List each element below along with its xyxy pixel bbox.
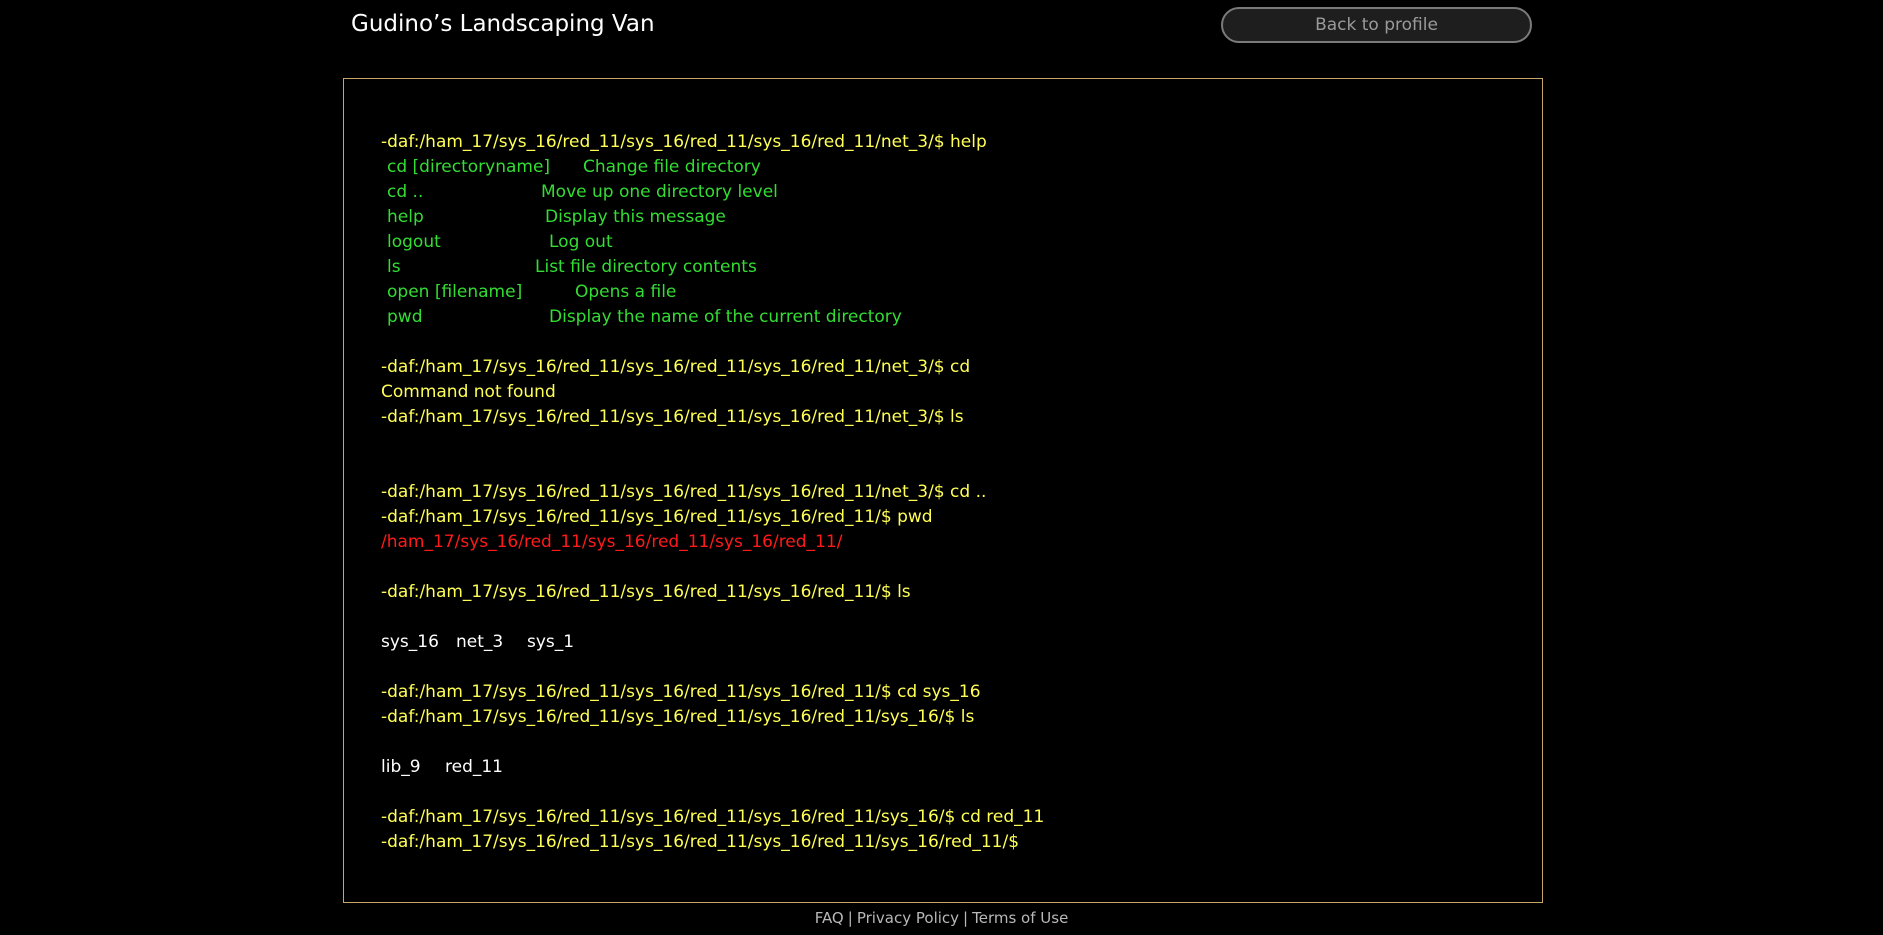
pwd-output-line: /ham_17/sys_16/red_11/sys_16/red_11/sys_… [381, 532, 843, 552]
help-description: Opens a file [575, 282, 677, 302]
terms-of-use-link[interactable]: Terms of Use [972, 909, 1068, 927]
help-description: Move up one directory level [541, 182, 778, 202]
terminal-prompt-line: -daf:/ham_17/sys_16/red_11/sys_16/red_11… [381, 407, 964, 427]
help-row: pwd Display the name of the current dire… [381, 305, 1044, 330]
directory-entry: sys_1 [527, 632, 575, 652]
terminal-error-line: Command not found [381, 382, 556, 402]
terminal-prompt-line: -daf:/ham_17/sys_16/red_11/sys_16/red_11… [381, 707, 975, 727]
help-row: cd [directoryname] Change file directory [381, 155, 1044, 180]
terminal-output: -daf:/ham_17/sys_16/red_11/sys_16/red_11… [381, 130, 1044, 855]
footer-separator: | [963, 909, 969, 927]
directory-entry: net_3 [456, 632, 504, 652]
page: Gudino’s Landscaping Van Back to profile… [0, 0, 1883, 935]
help-description: Change file directory [583, 157, 761, 177]
help-command: logout [387, 232, 441, 252]
help-command: help [387, 207, 424, 227]
help-description: List file directory contents [535, 257, 757, 277]
help-row: cd .. Move up one directory level [381, 180, 1044, 205]
privacy-policy-link[interactable]: Privacy Policy [857, 909, 959, 927]
directory-entry: red_11 [445, 757, 503, 777]
help-row: ls List file directory contents [381, 255, 1044, 280]
terminal-active-prompt[interactable]: -daf:/ham_17/sys_16/red_11/sys_16/red_11… [381, 830, 1044, 855]
terminal-prompt-line: -daf:/ham_17/sys_16/red_11/sys_16/red_11… [381, 132, 987, 152]
terminal-window[interactable]: -daf:/ham_17/sys_16/red_11/sys_16/red_11… [343, 78, 1543, 903]
terminal-prompt-line: -daf:/ham_17/sys_16/red_11/sys_16/red_11… [381, 357, 971, 377]
help-description: Log out [549, 232, 613, 252]
directory-entry: sys_16 [381, 632, 439, 652]
terminal-prompt-line: -daf:/ham_17/sys_16/red_11/sys_16/red_11… [381, 582, 911, 602]
directory-listing: sys_16 net_3 sys_1 [381, 630, 1044, 655]
help-command: pwd [387, 307, 423, 327]
directory-entry: lib_9 [381, 757, 421, 777]
help-command: cd [directoryname] [387, 157, 551, 177]
footer-separator: | [847, 909, 853, 927]
terminal-prompt-line: -daf:/ham_17/sys_16/red_11/sys_16/red_11… [381, 807, 1045, 827]
help-row: logout Log out [381, 230, 1044, 255]
back-to-profile-button[interactable]: Back to profile [1221, 7, 1532, 43]
terminal-prompt-line: -daf:/ham_17/sys_16/red_11/sys_16/red_11… [381, 507, 933, 527]
footer: FAQ | Privacy Policy | Terms of Use [0, 906, 1883, 930]
faq-link[interactable]: FAQ [815, 909, 844, 927]
help-row: open [filename] Opens a file [381, 280, 1044, 305]
help-row: help Display this message [381, 205, 1044, 230]
help-command: open [filename] [387, 282, 523, 302]
terminal-prompt-line: -daf:/ham_17/sys_16/red_11/sys_16/red_11… [381, 482, 987, 502]
directory-listing: lib_9 red_11 [381, 755, 1044, 780]
help-description: Display the name of the current director… [549, 307, 902, 327]
help-command: cd .. [387, 182, 424, 202]
terminal-prompt-line: -daf:/ham_17/sys_16/red_11/sys_16/red_11… [381, 682, 981, 702]
page-title: Gudino’s Landscaping Van [351, 11, 655, 37]
help-description: Display this message [545, 207, 726, 227]
help-command: ls [387, 257, 401, 277]
